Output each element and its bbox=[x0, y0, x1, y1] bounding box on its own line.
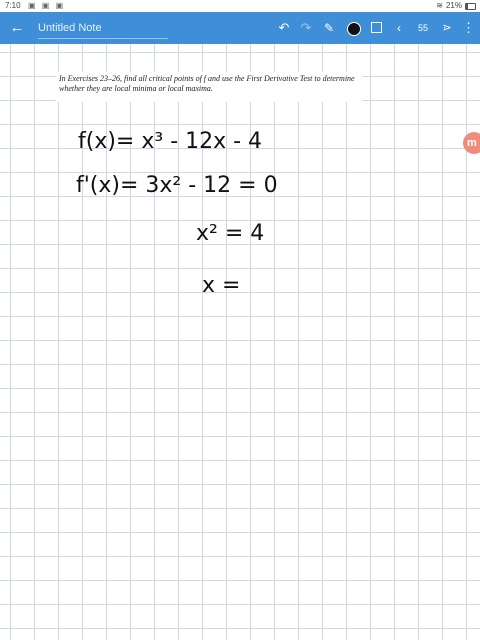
battery-percent: 21% bbox=[445, 1, 462, 10]
handwritten-line-3: x² = 4 bbox=[196, 221, 264, 246]
redo-icon[interactable]: ↷ bbox=[298, 12, 314, 44]
more-options-icon[interactable]: ⋮ bbox=[462, 12, 475, 44]
status-bar: 7:10 ▣ ▣ ▣ ≋ 21% bbox=[0, 0, 480, 12]
status-time: 7:10 bbox=[5, 1, 21, 10]
handwritten-line-4: x = bbox=[202, 273, 240, 298]
handwritten-line-2: f'(x)= 3x² - 12 = 0 bbox=[76, 173, 278, 198]
note-canvas[interactable]: In Exercises 23–26, find all critical po… bbox=[0, 44, 480, 640]
eraser-icon bbox=[370, 22, 382, 34]
back-arrow-icon[interactable]: ← bbox=[6, 12, 28, 44]
notification-icons: ▣ ▣ ▣ bbox=[28, 1, 66, 10]
wifi-icon: ≋ bbox=[436, 1, 443, 10]
note-toolbar: ← Untitled Note ↶ ↷ ✎ ‹ 55 ⋗ ⋮ bbox=[0, 12, 480, 44]
handwritten-line-1: f(x)= x³ - 12x - 4 bbox=[78, 129, 262, 154]
pen-icon[interactable]: ✎ bbox=[321, 12, 337, 44]
add-page-icon[interactable]: ⋗ bbox=[440, 12, 454, 44]
eraser-button[interactable] bbox=[368, 12, 384, 44]
previous-page-icon[interactable]: ‹ bbox=[392, 12, 406, 44]
note-title-field[interactable]: Untitled Note bbox=[38, 18, 168, 39]
page-number[interactable]: 55 bbox=[412, 12, 434, 44]
battery-icon bbox=[465, 2, 476, 10]
status-right: ≋ 21% bbox=[436, 0, 476, 12]
pen-color-swatch[interactable] bbox=[347, 22, 361, 36]
handwriting-layer: f(x)= x³ - 12x - 4 f'(x)= 3x² - 12 = 0 x… bbox=[76, 129, 278, 298]
side-panel-tab[interactable]: m bbox=[463, 132, 480, 154]
undo-icon[interactable]: ↶ bbox=[276, 12, 292, 44]
